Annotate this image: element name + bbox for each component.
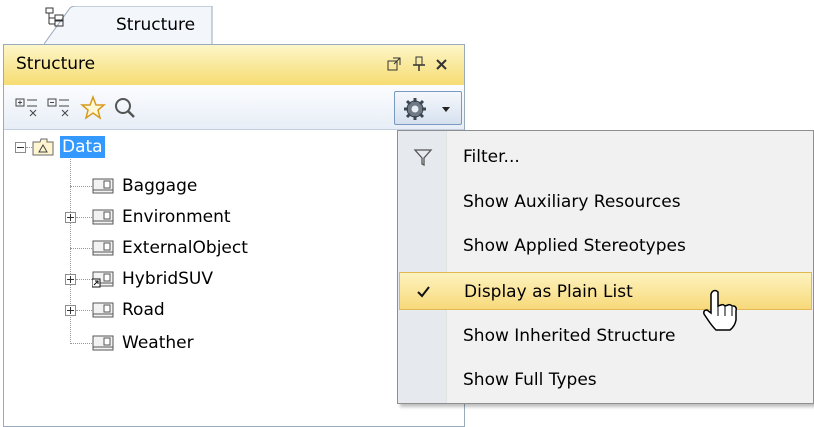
- chevron-down-icon: [442, 107, 450, 112]
- close-icon[interactable]: [434, 55, 450, 73]
- star-icon[interactable]: [80, 95, 106, 121]
- float-icon[interactable]: [386, 55, 402, 73]
- menu-item-label: Show Applied Stereotypes: [463, 236, 686, 256]
- tree-item-label: ExternalObject: [122, 238, 248, 258]
- search-icon[interactable]: [112, 95, 138, 121]
- tree-root-label: Data: [60, 136, 105, 158]
- menu-item-label: Show Auxiliary Resources: [463, 192, 681, 212]
- settings-gear-icon: [404, 98, 426, 120]
- panel-header: Structure: [4, 45, 464, 86]
- expand-all-icon[interactable]: [14, 95, 40, 121]
- block-icon: [92, 302, 114, 318]
- structure-tree: Data Baggage Environment ExternalObject …: [4, 131, 464, 426]
- tree-item-label: Road: [122, 300, 165, 320]
- package-icon: [32, 138, 54, 156]
- expand-toggle[interactable]: [65, 305, 76, 316]
- block-icon: [92, 240, 114, 256]
- menu-item-label: Display as Plain List: [464, 282, 633, 302]
- tab-strip: Structure: [0, 0, 466, 44]
- block-icon: [92, 178, 114, 194]
- menu-item-show-inherited-structure[interactable]: Show Inherited Structure: [399, 317, 812, 355]
- tree-item-label: Baggage: [122, 176, 198, 196]
- hand-cursor-icon: [703, 289, 737, 331]
- panel-title: Structure: [16, 54, 96, 74]
- menu-item-filter[interactable]: Filter...: [399, 138, 812, 176]
- settings-button[interactable]: [394, 91, 462, 125]
- menu-item-label: Filter...: [463, 147, 520, 167]
- expand-toggle[interactable]: [65, 274, 76, 285]
- expand-toggle[interactable]: [65, 212, 76, 223]
- tree-item[interactable]: Baggage: [92, 171, 199, 201]
- block-shortcut-icon: [92, 271, 114, 288]
- tree-item[interactable]: ExternalObject: [92, 233, 250, 263]
- structure-icon: [45, 7, 64, 27]
- menu-item-show-applied-stereotypes[interactable]: Show Applied Stereotypes: [399, 227, 812, 265]
- collapse-all-icon[interactable]: [46, 95, 72, 121]
- menu-item-label: Show Full Types: [463, 370, 597, 390]
- tab-structure[interactable]: Structure: [44, 6, 214, 44]
- menu-item-display-as-plain-list[interactable]: Display as Plain List: [399, 272, 812, 310]
- block-icon: [92, 335, 114, 351]
- tab-label: Structure: [116, 15, 196, 35]
- tree-root[interactable]: Data: [32, 132, 105, 162]
- toolbar: [4, 85, 464, 130]
- tree-item[interactable]: HybridSUV: [92, 264, 215, 294]
- block-icon: [92, 209, 114, 225]
- tree-item-label: Environment: [122, 207, 231, 227]
- pin-icon[interactable]: [411, 55, 427, 73]
- menu-item-show-full-types[interactable]: Show Full Types: [399, 361, 812, 399]
- settings-menu: Filter... Show Auxiliary Resources Show …: [397, 130, 814, 404]
- tree-item[interactable]: Environment: [92, 202, 233, 232]
- filter-icon: [413, 149, 433, 167]
- tree-item[interactable]: Road: [92, 295, 167, 325]
- menu-item-show-auxiliary-resources[interactable]: Show Auxiliary Resources: [399, 183, 812, 221]
- tree-item-label: HybridSUV: [122, 269, 214, 289]
- checkmark-icon: [417, 286, 430, 298]
- tree-item-label: Weather: [122, 333, 194, 353]
- collapse-toggle[interactable]: [15, 142, 26, 153]
- tree-item[interactable]: Weather: [92, 328, 196, 358]
- structure-panel: Structure Data Baggage Environment Exter…: [3, 44, 465, 427]
- menu-item-label: Show Inherited Structure: [463, 326, 676, 346]
